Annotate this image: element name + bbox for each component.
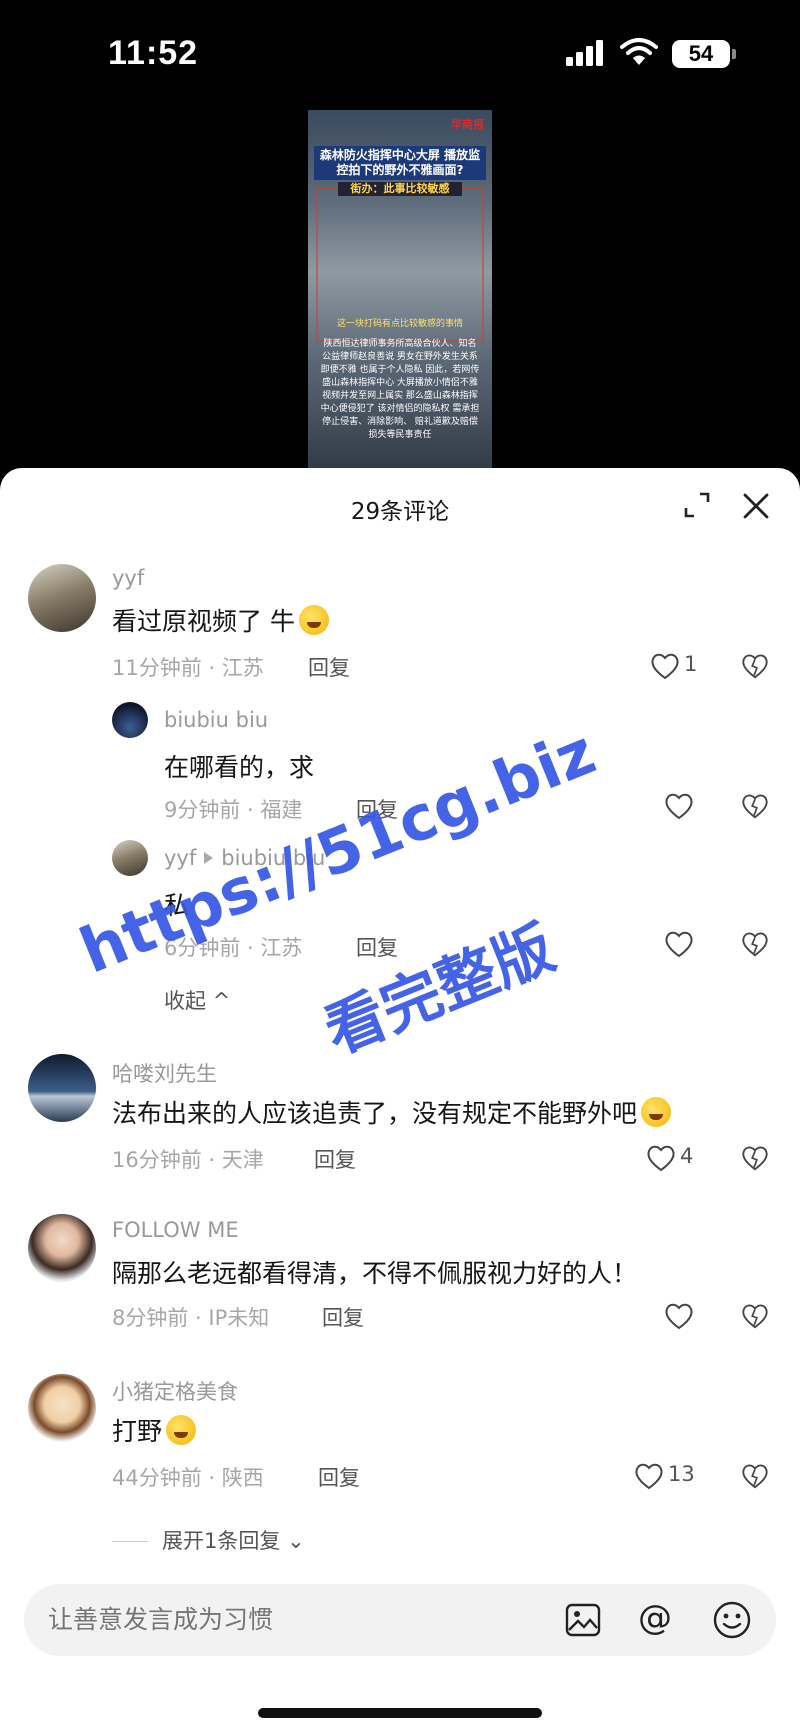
comment-input-bar: @ bbox=[24, 1584, 776, 1656]
comment-username[interactable]: 哈喽刘先生 bbox=[112, 1058, 217, 1088]
comment-input[interactable] bbox=[46, 1604, 490, 1635]
comment-text: 看过原视频了 牛 bbox=[112, 602, 329, 638]
video-preview[interactable]: 华商报 森林防火指挥中心大屏 播放监控拍下的野外不雅画面? 街办：此事比较敏感 … bbox=[308, 110, 492, 470]
reply-button[interactable]: 回复 bbox=[308, 652, 350, 682]
avatar[interactable] bbox=[112, 840, 148, 876]
battery-tip bbox=[732, 49, 736, 59]
reply-button[interactable]: 回复 bbox=[314, 1144, 356, 1174]
image-icon[interactable] bbox=[564, 1602, 602, 1638]
rofl-emoji-icon bbox=[166, 1415, 197, 1445]
reply-button[interactable]: 回复 bbox=[318, 1462, 360, 1492]
smile-icon[interactable] bbox=[712, 1600, 752, 1640]
comment-username[interactable]: FOLLOW ME bbox=[112, 1218, 239, 1242]
chevron-down-icon: ⌄ bbox=[287, 1529, 305, 1553]
video-body-text: 陕西恒达律师事务所高级合伙人、知名公益律师赵良善说 男女在野外发生关系即便不雅 … bbox=[320, 339, 480, 440]
battery-icon: 54 bbox=[672, 40, 730, 68]
comment-username[interactable]: biubiu biu bbox=[164, 708, 268, 732]
comments-count-title: 29条评论 bbox=[350, 499, 450, 525]
avatar[interactable] bbox=[28, 1214, 96, 1282]
dislike-heart-icon[interactable] bbox=[741, 652, 769, 680]
expand-replies-button[interactable]: 展开1条回复 ⌄ bbox=[112, 1525, 305, 1555]
heart-icon[interactable] bbox=[664, 1302, 694, 1330]
comment-text: 在哪看的，求 bbox=[164, 753, 315, 782]
status-bar: 11:52 54 bbox=[0, 0, 800, 110]
close-icon[interactable] bbox=[740, 490, 772, 522]
at-icon[interactable]: @ bbox=[638, 1598, 672, 1638]
dislike-heart-icon[interactable] bbox=[741, 1144, 769, 1172]
signal-icon bbox=[566, 40, 603, 66]
comment-username[interactable]: yyf bbox=[112, 566, 144, 590]
avatar[interactable] bbox=[28, 1054, 96, 1122]
avatar[interactable] bbox=[28, 1374, 96, 1442]
collapse-replies-button[interactable]: 收起 ^ bbox=[164, 985, 230, 1015]
comment-text: 法布出来的人应该追责了，没有规定不能野外吧 bbox=[112, 1094, 672, 1130]
video-caption: 这一块打码有点比较敏感的事情 bbox=[336, 319, 463, 329]
video-subhead: 街办：此事比较敏感 bbox=[338, 182, 462, 196]
divider bbox=[112, 1541, 148, 1542]
comment-meta: 16分钟前 · 天津 bbox=[112, 1148, 264, 1172]
like-count: 4 bbox=[680, 1144, 694, 1168]
heart-icon[interactable] bbox=[650, 652, 680, 680]
comment-text: 打野 bbox=[112, 1412, 197, 1448]
wifi-icon bbox=[620, 38, 658, 65]
reply-button[interactable]: 回复 bbox=[322, 1302, 364, 1332]
dislike-heart-icon[interactable] bbox=[741, 792, 769, 820]
dislike-heart-icon[interactable] bbox=[741, 1462, 769, 1490]
expand-icon[interactable] bbox=[682, 490, 712, 520]
comment-meta: 8分钟前 · IP未知 bbox=[112, 1306, 270, 1330]
comment-meta: 9分钟前 · 福建 bbox=[164, 798, 303, 822]
heart-icon[interactable] bbox=[664, 792, 694, 820]
heart-icon[interactable] bbox=[646, 1144, 676, 1172]
avatar[interactable] bbox=[112, 702, 148, 738]
comment-username[interactable]: 小猪定格美食 bbox=[112, 1376, 238, 1406]
video-headline: 森林防火指挥中心大屏 播放监控拍下的野外不雅画面? bbox=[314, 146, 486, 180]
video-logo: 华商报 bbox=[451, 118, 484, 131]
avatar[interactable] bbox=[28, 564, 96, 632]
like-count: 13 bbox=[668, 1462, 695, 1486]
heart-icon[interactable] bbox=[664, 930, 694, 958]
chevron-up-icon: ^ bbox=[212, 989, 231, 1013]
comment-meta: 11分钟前 · 江苏 bbox=[112, 656, 264, 680]
heart-icon[interactable] bbox=[634, 1462, 664, 1490]
dislike-heart-icon[interactable] bbox=[741, 1302, 769, 1330]
home-indicator bbox=[258, 1708, 542, 1718]
like-count: 1 bbox=[684, 652, 698, 676]
status-time: 11:52 bbox=[108, 34, 199, 72]
dislike-heart-icon[interactable] bbox=[741, 930, 769, 958]
rofl-emoji-icon bbox=[641, 1097, 672, 1127]
comment-text: 隔那么老远都看得清，不得不佩服视力好的人！ bbox=[112, 1259, 638, 1288]
crying-face-emoji-icon bbox=[298, 605, 329, 635]
comment-meta: 44分钟前 · 陕西 bbox=[112, 1466, 264, 1490]
